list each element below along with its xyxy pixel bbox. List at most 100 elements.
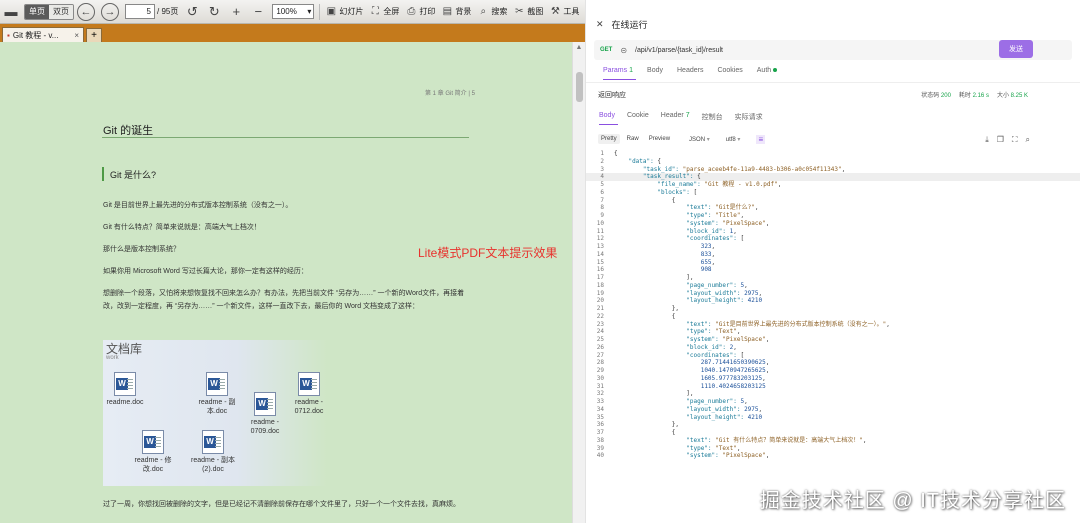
wrap-lines-icon[interactable]: ≡ xyxy=(756,134,766,144)
code-line: 26 "block_id": 2, xyxy=(586,344,1080,352)
prev-page-button[interactable]: ← xyxy=(74,2,98,22)
paragraph-4: 如果你用 Microsoft Word 写过长篇大论，那你一定有这样的经历： xyxy=(103,268,308,275)
double-page-button[interactable]: 双页 xyxy=(49,4,73,19)
document-tab-bar: ▪ Git 教程 - v... × + xyxy=(0,24,585,42)
code-text: "blocks": [ xyxy=(657,188,698,196)
rotate-right-button[interactable]: ↻ xyxy=(203,2,225,22)
folder-icon: ▬ xyxy=(4,4,18,19)
close-icon[interactable]: ✕ xyxy=(596,19,604,30)
response-body-code[interactable]: 1{2 "data": {3 "task_id": "parse_aceeb4f… xyxy=(586,150,1080,523)
document-tab[interactable]: ▪ Git 教程 - v... × xyxy=(2,27,84,42)
zoom-out-button[interactable]: − xyxy=(247,2,269,22)
screenshot-button[interactable]: ✂ 截图 xyxy=(510,2,546,22)
paragraph-5: 想删除一个段落，又怕将来想恢复找不回来怎么办？有办法，先把当前文件 “另存为……… xyxy=(103,290,465,310)
zoom-select[interactable]: 100% xyxy=(272,4,315,19)
response-stats: 状态码 200 耗时 2.16 s 大小 8.25 K xyxy=(921,90,1028,99)
printer-icon: ⎙ xyxy=(407,6,416,17)
code-text: { xyxy=(614,429,676,436)
tab-cookies[interactable]: Cookies xyxy=(717,67,742,74)
tab-headers[interactable]: Headers xyxy=(677,67,703,74)
screenshot-label: 截图 xyxy=(527,7,544,16)
code-line: 30 1605.977783203125, xyxy=(586,375,1080,383)
resp-tab-cookie[interactable]: Cookie xyxy=(627,112,649,122)
zoom-in-button[interactable]: + xyxy=(225,2,247,22)
send-button[interactable]: 发送 xyxy=(999,40,1033,58)
document-tab-label: Git 教程 - v... xyxy=(12,30,59,40)
line-number: 24 xyxy=(596,328,604,336)
format-pretty[interactable]: Pretty xyxy=(598,134,620,144)
http-method[interactable]: GET xyxy=(600,47,612,53)
word-doc-icon xyxy=(254,392,276,416)
line-number: 21 xyxy=(596,305,604,312)
code-text: "system": "PixelSpace", xyxy=(686,452,770,460)
tab-body[interactable]: Body xyxy=(647,67,663,74)
code-line: 32 ], xyxy=(586,390,1080,398)
expand-icon[interactable]: ⛶ xyxy=(1012,135,1018,145)
vertical-scrollbar[interactable]: ▲ xyxy=(572,42,585,523)
new-tab-button[interactable]: + xyxy=(86,28,102,42)
link-icon: ⊝ xyxy=(620,45,628,55)
content-type-select[interactable]: JSON xyxy=(689,136,710,143)
tab-params[interactable]: Params 1 xyxy=(603,67,633,74)
rotate-left-button[interactable]: ↺ xyxy=(181,2,203,22)
slideshow-button[interactable]: ▣ 幻灯片 xyxy=(322,2,366,22)
fullscreen-button[interactable]: ⛶ 全屏 xyxy=(366,2,402,22)
code-line: 18 "page_number": 5, xyxy=(586,282,1080,290)
print-button[interactable]: ⎙ 打印 xyxy=(402,2,438,22)
background-label: 背景 xyxy=(455,7,472,16)
code-text: "task_id": "parse_aceeb4fe-11a9-4483-b30… xyxy=(642,165,846,173)
resp-tab-header[interactable]: Header 7 xyxy=(661,112,690,122)
status-code: 200 xyxy=(940,93,951,99)
line-number: 1 xyxy=(600,150,604,157)
line-number: 30 xyxy=(596,374,604,382)
line-number: 32 xyxy=(596,390,604,398)
running-header: 第 1 章 Git 简介 | 5 xyxy=(425,91,475,97)
code-text: { xyxy=(614,150,618,157)
tools-button[interactable]: ⚒ 工具 xyxy=(546,2,582,22)
code-line: 29 1040.1470947265625, xyxy=(586,367,1080,375)
code-line: 22 { xyxy=(586,313,1080,321)
resp-tab-console[interactable]: 控制台 xyxy=(702,112,723,122)
background-button[interactable]: ▤ 背景 xyxy=(438,2,474,22)
copy-icon[interactable]: ❐ xyxy=(997,135,1004,145)
search-icon[interactable]: ⌕ xyxy=(1026,135,1030,145)
close-tab-icon[interactable]: × xyxy=(74,31,79,40)
plus-icon: + xyxy=(232,4,241,19)
download-icon[interactable]: ⤓ xyxy=(985,135,989,145)
doc-file-name: readme - 0709.doc xyxy=(250,419,280,435)
code-text: "layout_width": 2975, xyxy=(686,405,763,413)
resp-tab-actual-request[interactable]: 实际请求 xyxy=(735,112,763,122)
format-preview[interactable]: Preview xyxy=(646,134,673,144)
word-doc-icon xyxy=(114,372,136,396)
word-doc-icon xyxy=(202,430,224,454)
code-text: "system": "PixelSpace", xyxy=(686,219,770,227)
resp-tab-body[interactable]: Body xyxy=(599,112,615,122)
request-url[interactable]: /api/v1/parse/{task_id}/result xyxy=(635,47,723,54)
code-text: 1110.4024658203125 xyxy=(700,382,766,390)
encoding-select[interactable]: utf8 xyxy=(726,136,741,143)
line-number: 19 xyxy=(596,289,604,297)
line-number: 27 xyxy=(596,351,604,359)
page-nav: 5 / 95页 xyxy=(122,2,181,22)
scroll-up-icon[interactable]: ▲ xyxy=(573,42,585,54)
code-line: 2 "data": { xyxy=(586,158,1080,166)
wrench-icon: ⚒ xyxy=(550,6,560,17)
page-number-input[interactable]: 5 xyxy=(125,4,155,19)
code-line: 19 "layout_width": 2975, xyxy=(586,290,1080,298)
scrollbar-thumb[interactable] xyxy=(576,72,583,102)
code-text: "layout_height": 4210 xyxy=(686,297,763,305)
code-text: ], xyxy=(614,274,694,281)
code-line: 40 "system": "PixelSpace", xyxy=(586,452,1080,460)
panel-title: 在线运行 xyxy=(611,20,648,30)
tab-params-label: Params xyxy=(603,67,628,74)
tab-auth[interactable]: Auth xyxy=(757,67,778,74)
next-page-button[interactable]: → xyxy=(98,2,122,22)
open-folder-button[interactable]: ▬ xyxy=(0,2,22,22)
format-raw[interactable]: Raw xyxy=(624,134,642,144)
size-label: 大小 xyxy=(996,93,1009,99)
pdf-reader: ▬ 单页 双页 ← → 5 / 95页 ↺ ↻ + − 100% ▣幻灯片 ⛶ 全… xyxy=(0,0,585,523)
code-text: "text": "Git是目前世界上最先进的分布式版本控制系统（没有之一）。", xyxy=(686,320,890,328)
search-button[interactable]: ⌕ 搜索 xyxy=(474,2,510,22)
doc-file: readme - 副本 (2).doc xyxy=(191,430,235,474)
single-page-button[interactable]: 单页 xyxy=(25,4,49,19)
